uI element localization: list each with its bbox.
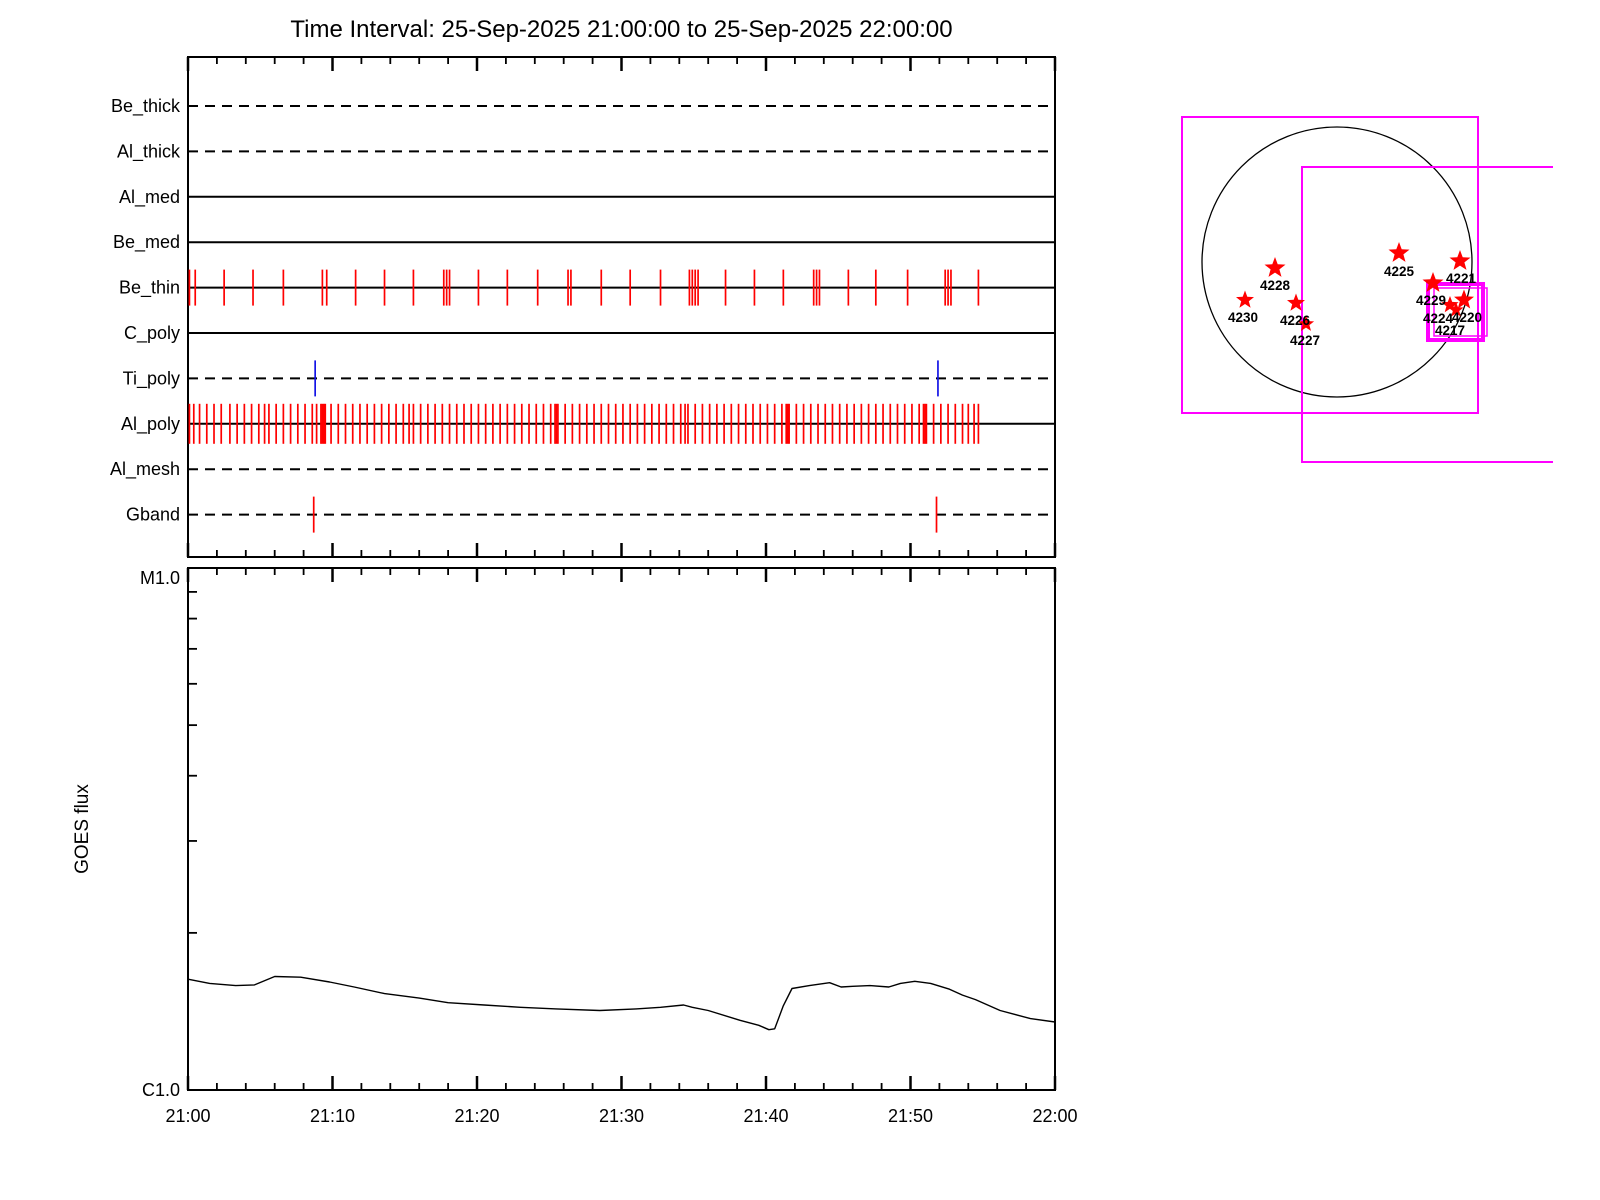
xrt-timeline-page: { "title": "Time Interval: 25-Sep-2025 2… <box>0 0 1600 1200</box>
goes-ylabel: GOES flux <box>72 784 93 874</box>
goes-panel-border <box>187 567 1056 1091</box>
row-label-C_poly: C_poly <box>124 323 180 344</box>
sunspot-label-4217: 4217 <box>1435 323 1465 338</box>
x-tick-label: 21:00 <box>165 1106 210 1126</box>
x-tick-label: 21:10 <box>310 1106 355 1126</box>
y-top-label: M1.0 <box>140 568 180 588</box>
x-tick-label: 21:20 <box>454 1106 499 1126</box>
plots-canvas: Be_thick Al_thick Al_med Be_med Be_thin C_pol… <box>72 56 1553 1126</box>
row-label-Al_med: Al_med <box>119 187 180 208</box>
y-bottom-label: C1.0 <box>142 1080 180 1100</box>
fov-box-1 <box>1181 116 1479 414</box>
sunspot-label-4226: 4226 <box>1280 313 1311 328</box>
sunspot-star-4230 <box>1236 290 1254 308</box>
row-label-Al_poly: Al_poly <box>121 414 180 435</box>
sunspot-star-4221 <box>1449 250 1471 270</box>
sunspot-label-4229: 4229 <box>1416 293 1446 308</box>
timeline-panel-border <box>187 56 1056 558</box>
row-label-Gband: Gband <box>126 505 180 525</box>
sunspot-label-4225: 4225 <box>1384 264 1415 279</box>
sunspot-label-4228: 4228 <box>1260 278 1291 293</box>
goes-flux-curve <box>187 975 1056 1031</box>
x-tick-label: 21:40 <box>743 1106 788 1126</box>
sunspot-label-4227: 4227 <box>1290 333 1320 348</box>
sunspot-star-4225 <box>1388 242 1410 262</box>
sunspot-label-4230: 4230 <box>1228 310 1258 325</box>
row-label-Be_thin: Be_thin <box>119 278 180 299</box>
sunspot-label-4221: 4221 <box>1446 271 1477 286</box>
sunspot-star-4228 <box>1264 257 1286 277</box>
row-label-Ti_poly: Ti_poly <box>123 368 180 389</box>
row-label-Be_med: Be_med <box>113 232 180 253</box>
x-tick-label: 21:30 <box>599 1106 644 1126</box>
row-label-Al_thick: Al_thick <box>117 141 181 162</box>
row-label-Al_mesh: Al_mesh <box>110 459 180 480</box>
x-tick-label: 22:00 <box>1032 1106 1077 1126</box>
sunspot-star-4229 <box>1422 272 1444 292</box>
row-label-Be_thick: Be_thick <box>111 96 181 117</box>
x-tick-label: 21:50 <box>888 1106 933 1126</box>
